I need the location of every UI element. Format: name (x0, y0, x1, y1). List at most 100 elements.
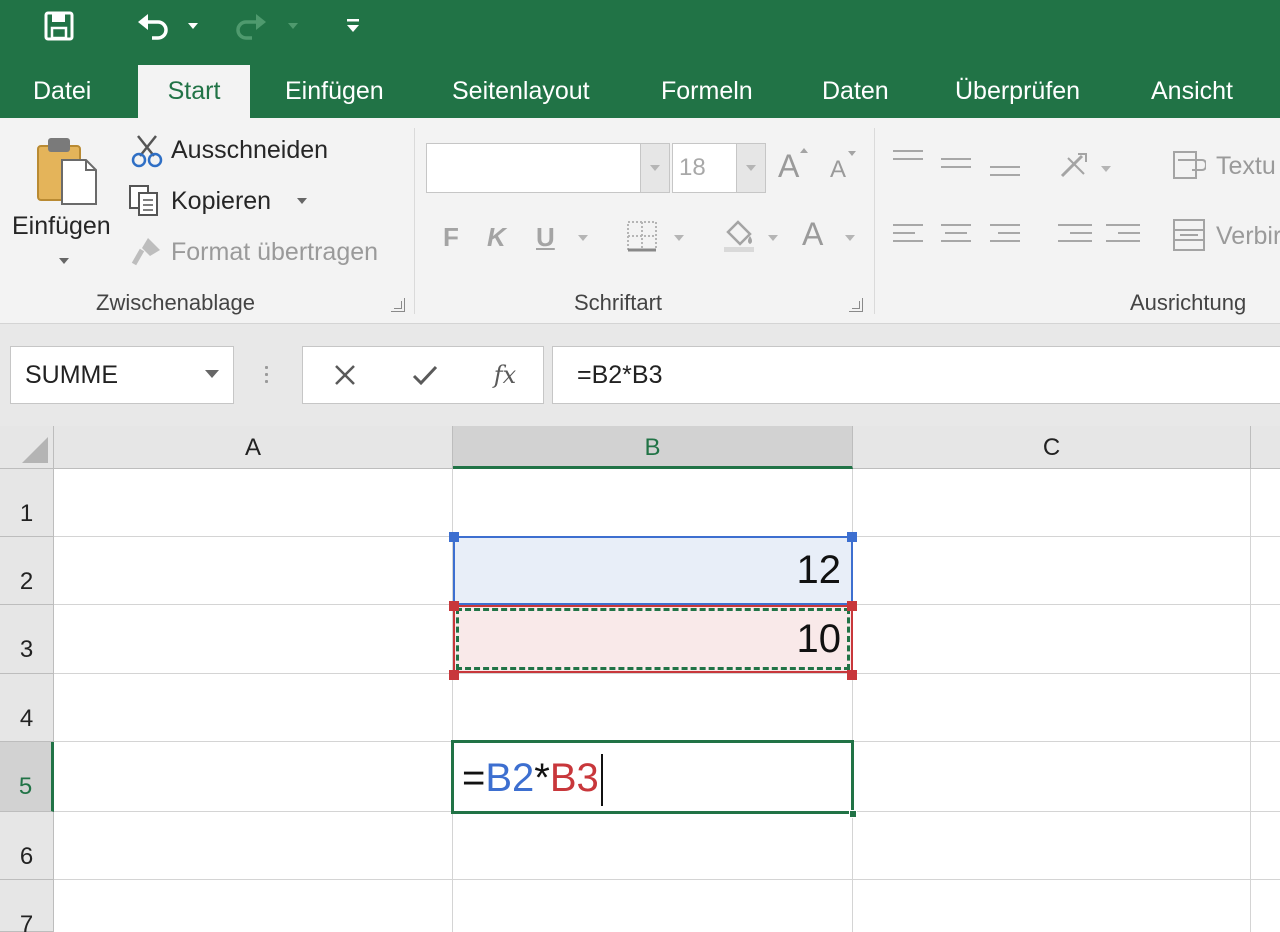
b2-range-handle[interactable] (449, 532, 459, 542)
paste-button[interactable]: Einfügen (12, 212, 111, 241)
font-launcher-icon[interactable] (849, 298, 863, 312)
format-painter-icon (130, 234, 164, 268)
gridline (54, 879, 1280, 880)
grow-font-caret-icon (800, 148, 808, 153)
italic-button[interactable]: K (487, 222, 506, 253)
copy-marquee (456, 608, 850, 670)
tab-seitenlayout[interactable]: Seitenlayout (452, 62, 590, 118)
ribbon-tabs: Datei Start Einfügen Seitenlayout Formel… (0, 62, 1280, 118)
tab-ueberpruefen[interactable]: Überprüfen (955, 62, 1080, 118)
tab-datei[interactable]: Datei (33, 62, 91, 118)
column-header-b[interactable]: B (453, 426, 853, 469)
tab-ansicht[interactable]: Ansicht (1151, 62, 1233, 118)
merge-cells-button[interactable]: Verbir (1216, 222, 1280, 251)
formula-bar: SUMME fx =B2*B3 (0, 324, 1280, 426)
shrink-font-button[interactable]: A (830, 156, 846, 184)
b3-range-handle[interactable] (449, 601, 459, 611)
column-header-c[interactable]: C (853, 426, 1251, 469)
redo-icon[interactable] (230, 6, 270, 46)
column-header-d[interactable] (1251, 426, 1280, 469)
formula-ref-b3: B3 (549, 756, 599, 800)
b3-range-handle[interactable] (847, 670, 857, 680)
formula-ref-b2: B2 (485, 756, 535, 800)
column-header-a[interactable]: A (54, 426, 453, 469)
align-left-icon[interactable] (893, 224, 923, 248)
align-middle-icon[interactable] (941, 158, 971, 174)
b2-range-handle[interactable] (847, 532, 857, 542)
gridline (1250, 469, 1251, 932)
underline-dropdown-icon[interactable] (578, 235, 588, 241)
paste-icon[interactable] (34, 134, 98, 218)
confirm-entry-icon[interactable] (407, 347, 443, 403)
grow-font-button[interactable]: A (778, 148, 799, 185)
b3-range-handle[interactable] (449, 670, 459, 680)
row-header-1[interactable]: 1 (0, 469, 54, 537)
align-center-icon[interactable] (941, 224, 971, 248)
alignment-group-label: Ausrichtung (1130, 290, 1247, 315)
fill-color-dropdown-icon[interactable] (768, 235, 778, 241)
font-name-input[interactable] (426, 143, 668, 193)
row-header-5[interactable]: 5 (0, 742, 54, 812)
borders-dropdown-icon[interactable] (674, 235, 684, 241)
cancel-entry-icon[interactable] (327, 347, 363, 403)
tab-start[interactable]: Start (138, 65, 250, 118)
active-cell-b5[interactable]: =B2*B3 (451, 740, 854, 814)
font-size-dropdown[interactable] (736, 143, 766, 193)
copy-button[interactable]: Kopieren (171, 187, 271, 216)
b3-range-handle[interactable] (847, 601, 857, 611)
row-header-6[interactable]: 6 (0, 812, 54, 880)
merge-cells-icon (1172, 218, 1206, 252)
gridline (54, 673, 1280, 674)
tab-formeln[interactable]: Formeln (661, 62, 753, 118)
cell-edit-text[interactable]: =B2*B3 (462, 751, 603, 807)
cell-b2-value: 12 (796, 548, 842, 592)
insert-function-button[interactable]: fx (487, 347, 523, 403)
undo-icon[interactable] (134, 6, 174, 46)
row-header-2[interactable]: 2 (0, 537, 54, 605)
paste-dropdown-icon[interactable] (59, 258, 69, 264)
ribbon: Einfügen Ausschneiden Kopieren Format üb… (0, 118, 1280, 324)
font-name-dropdown[interactable] (640, 143, 670, 193)
bold-button[interactable]: F (443, 222, 459, 253)
customize-qat-icon[interactable] (340, 6, 366, 46)
font-color-button[interactable]: A (802, 216, 823, 253)
clipboard-launcher-icon[interactable] (391, 298, 405, 312)
decrease-indent-icon[interactable] (1058, 224, 1092, 248)
tab-daten[interactable]: Daten (822, 62, 889, 118)
row-header-3[interactable]: 3 (0, 605, 54, 674)
row-header-4[interactable]: 4 (0, 674, 54, 742)
underline-button[interactable]: U (536, 222, 555, 253)
copy-dropdown-icon[interactable] (297, 198, 307, 204)
cut-button[interactable]: Ausschneiden (171, 136, 328, 165)
worksheet-grid: A B C 1 2 3 4 5 6 7 12 10 =B2*B3 (0, 426, 1280, 932)
format-painter-button[interactable]: Format übertragen (171, 238, 378, 267)
formula-input[interactable]: =B2*B3 (552, 346, 1280, 404)
text-cursor (600, 754, 603, 807)
copy-icon (128, 184, 162, 218)
cell-b2[interactable]: 12 (453, 536, 853, 605)
orientation-dropdown-icon[interactable] (1101, 166, 1111, 172)
undo-dropdown-icon[interactable] (182, 6, 204, 46)
align-top-icon[interactable] (893, 150, 923, 166)
font-group-label: Schriftart (574, 290, 663, 315)
row-header-7[interactable]: 7 (0, 880, 54, 932)
formula-bar-grip-icon[interactable] (265, 366, 269, 386)
align-bottom-icon[interactable] (990, 166, 1020, 182)
name-box[interactable]: SUMME (10, 346, 234, 404)
save-icon[interactable] (40, 6, 78, 46)
tab-einfuegen[interactable]: Einfügen (285, 62, 384, 118)
font-color-dropdown-icon[interactable] (845, 235, 855, 241)
fill-handle[interactable] (849, 810, 857, 818)
wrap-text-button[interactable]: Textu (1216, 152, 1276, 181)
title-bar (0, 0, 1280, 62)
increase-indent-icon[interactable] (1106, 224, 1140, 248)
align-right-icon[interactable] (990, 224, 1020, 248)
group-separator (874, 128, 875, 314)
fill-color-icon[interactable] (720, 216, 758, 254)
name-box-dropdown-icon[interactable] (205, 370, 219, 378)
borders-icon[interactable] (626, 220, 658, 252)
clipboard-group-label: Zwischenablage (96, 290, 255, 315)
shrink-font-caret-icon (848, 151, 856, 156)
orientation-icon[interactable] (1058, 150, 1090, 182)
select-all-button[interactable] (0, 426, 54, 469)
